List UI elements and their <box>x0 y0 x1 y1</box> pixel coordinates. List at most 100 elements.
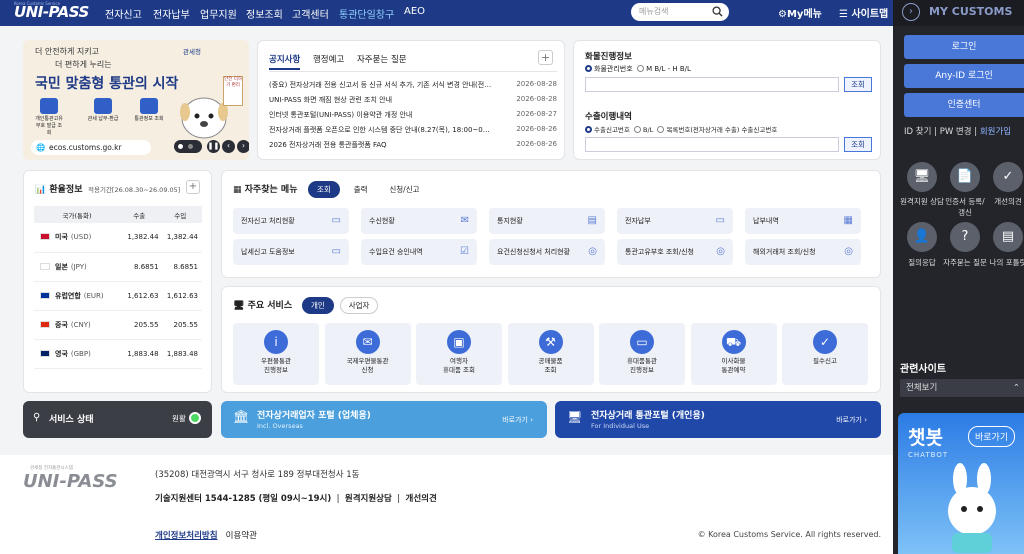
search-icon[interactable] <box>712 6 723 17</box>
faq-menu-item[interactable]: 납부내역 ▦ <box>745 208 861 234</box>
certificate-icon[interactable]: 📄 <box>950 162 980 192</box>
privacy-link[interactable]: 개인정보처리방침 <box>155 531 218 541</box>
pause-icon[interactable]: ❚❚ <box>207 140 220 153</box>
terms-link[interactable]: 이용약관 <box>226 531 257 541</box>
nav-single-window[interactable]: 통관단일창구 <box>339 6 394 21</box>
related-sites-select[interactable]: 전체보기 ⌃ <box>900 379 1024 397</box>
more-plus-icon[interactable]: + <box>186 180 200 194</box>
menu-search-input[interactable]: 메뉴검색 <box>631 3 729 21</box>
pw-change-link[interactable]: PW 변경 <box>940 127 972 137</box>
rate-period: 적용기간[26.08.30~26.09.05] <box>88 186 181 194</box>
id-find-link[interactable]: ID 찾기 <box>904 127 931 137</box>
tab-personal[interactable]: 개인 <box>302 297 334 314</box>
quick-portlet[interactable]: 나의 포틀릿 <box>986 257 1024 268</box>
notice-item[interactable]: 2026 전자상거래 전용 통관플랫폼 FAQ 2026-08-26 <box>269 140 557 150</box>
export-query-button[interactable]: 조회 <box>844 137 872 152</box>
promo-banner[interactable]: 더 안전하게 지키고 더 편하게 누리는 관세청 국민 맞춤형 통관의 시작 개… <box>23 40 249 160</box>
radio-cargo-number[interactable] <box>585 65 592 72</box>
faq-menu-item[interactable]: 요건신청신청서 처리현황 ◎ <box>489 239 605 265</box>
notice-title: 2026 전자상거래 전용 통관플랫폼 FAQ <box>269 141 387 149</box>
radio-list-number[interactable] <box>657 126 665 133</box>
tab-notice[interactable]: 공지사항 <box>269 53 301 70</box>
remote-support-link[interactable]: 원격지원상담 <box>345 494 392 504</box>
qna-icon[interactable]: 👤 <box>907 222 937 252</box>
faq-menu-item[interactable]: 전자신고 처리현황 ▭ <box>233 208 349 234</box>
login-button[interactable]: 로그인 <box>904 35 1024 59</box>
nav-aeo[interactable]: AEO <box>404 6 425 17</box>
service-card[interactable]: ✉ 국제우편물통관 신청 <box>324 323 411 385</box>
sitemap-label: 사이트맵 <box>851 9 889 20</box>
chevron-right-icon[interactable]: › <box>902 3 920 21</box>
tab-print[interactable]: 출력 <box>346 182 376 197</box>
faq-menu-item[interactable]: 수신현황 ✉ <box>361 208 477 234</box>
status-indicator <box>189 412 201 424</box>
remote-support-icon[interactable]: 🖥 <box>907 162 937 192</box>
faq-menu-item[interactable]: 통지현황 ▤ <box>489 208 605 234</box>
quick-opinion[interactable]: 개선의견 <box>986 196 1024 207</box>
faq-menu-item[interactable]: 수입요건 승인내역 ☑ <box>361 239 477 265</box>
notice-item[interactable]: 전자상거래 플랫폼 오픈으로 인한 시스템 중단 안내(8.27(목), 18:… <box>269 125 557 135</box>
notice-title: (중요) 전자상거래 전용 신고서 등 신규 서식 추가, 기존 서식 변경 안… <box>269 81 494 89</box>
tab-admin-notice[interactable]: 행정예고 <box>313 53 344 65</box>
tab-lookup[interactable]: 조회 <box>308 181 340 198</box>
radio-export-number[interactable] <box>585 126 592 133</box>
prev-arrow-icon[interactable]: ‹ <box>222 140 235 153</box>
nav-e-payment[interactable]: 전자납부 <box>153 6 190 21</box>
notice-item[interactable]: 인터넷 통관포털(UNI-PASS) 이용약관 개정 안내 2026-08-27 <box>269 110 557 120</box>
radio-bl[interactable] <box>634 126 642 133</box>
join-link[interactable]: 회원가입 <box>980 127 1011 137</box>
faq-menu-item[interactable]: 통관고유부호 조회/신청 ◎ <box>617 239 733 265</box>
cert-center-button[interactable]: 인증센터 <box>904 93 1024 117</box>
monitor-icon: 🖥 <box>233 301 245 311</box>
uni-pass-logo[interactable]: UNI-PASS <box>14 3 89 21</box>
chatbot-banner[interactable]: 챗봇 바로가기 CHATBOT <box>898 413 1024 554</box>
faq-menu-item[interactable]: 해외거래처 조회/신청 ◎ <box>745 239 861 265</box>
quick-qna[interactable]: 질의응답 <box>900 257 944 268</box>
cargo-input[interactable] <box>585 77 839 92</box>
sitemap-button[interactable]: ☰ 사이트맵 <box>839 5 888 20</box>
quick-remote-support[interactable]: 원격지원 상담 <box>900 196 944 207</box>
rate-country: 미국 <box>55 233 68 242</box>
more-plus-icon[interactable]: + <box>538 50 553 65</box>
faq-menu-item[interactable]: 납세신고 도움정보 ▭ <box>233 239 349 265</box>
nav-e-filing[interactable]: 전자신고 <box>105 6 142 21</box>
rate-currency: (GBP) <box>70 349 91 358</box>
service-card[interactable]: ⚒ 공매물품 조회 <box>507 323 594 385</box>
service-card[interactable]: ⛟ 이사화물 통관예약 <box>690 323 777 385</box>
notice-item[interactable]: UNI-PASS 화면 깨짐 현상 관련 조치 안내 2026-08-28 <box>269 95 557 105</box>
tab-business[interactable]: 사업자 <box>339 297 379 314</box>
service-card[interactable]: i 우편물통관 진행정보 <box>233 323 319 385</box>
opinion-icon[interactable]: ✓ <box>993 162 1023 192</box>
portal-business-link[interactable]: 🏛 전자상거래업자 포털 (업체용) Incl. Overseas 바로가기 › <box>221 401 547 438</box>
nav-business-support[interactable]: 업무지원 <box>200 6 237 21</box>
quick-certificate[interactable]: 인증서 등록/갱신 <box>943 196 987 218</box>
cargo-query-button[interactable]: 조회 <box>844 77 872 92</box>
opinion-link[interactable]: 개선의견 <box>406 494 437 504</box>
next-arrow-icon[interactable]: › <box>237 140 249 153</box>
faq-tabs: 조회 출력 신청/신고 <box>308 181 431 198</box>
my-menu-button[interactable]: ⚙My메뉴 <box>778 5 822 20</box>
portlet-icon[interactable]: ▤ <box>993 222 1023 252</box>
rate-title: 환율정보 <box>49 185 83 195</box>
service-card[interactable]: ✓ 필수신고 <box>782 323 868 385</box>
service-card[interactable]: ▣ 여행자 휴대품 조회 <box>416 323 502 385</box>
anyid-login-button[interactable]: Any-ID 로그인 <box>904 64 1024 88</box>
quick-faq[interactable]: 자주묻는 질문 <box>943 257 987 268</box>
banner-site-url: ecos.customs.go.kr <box>49 143 122 152</box>
tab-faq[interactable]: 자주묻는 질문 <box>357 53 407 65</box>
notice-item[interactable]: (중요) 전자상거래 전용 신고서 등 신규 서식 추가, 기존 서식 변경 안… <box>269 80 557 90</box>
service-card[interactable]: ▭ 휴대품통관 진행정보 <box>599 323 685 385</box>
portal1-go: 바로가기 › <box>502 416 533 424</box>
radio-mbl-hbl[interactable] <box>637 65 645 72</box>
id-card-icon <box>40 98 58 114</box>
portal-personal-link[interactable]: 🖥 전자상거래 통관포털 (개인용) For Individual Use 바로… <box>555 401 881 438</box>
slide-indicator[interactable] <box>174 140 202 153</box>
tab-apply[interactable]: 신청/신고 <box>381 182 427 197</box>
faq-icon[interactable]: ? <box>950 222 980 252</box>
banner-site-link[interactable]: 🌐 ecos.customs.go.kr <box>31 140 151 155</box>
nav-customer-center[interactable]: 고객센터 <box>292 6 329 21</box>
nav-info-lookup[interactable]: 정보조회 <box>246 6 283 21</box>
chatbot-go-button[interactable]: 바로가기 <box>968 426 1016 447</box>
faq-menu-item[interactable]: 전자납부 ▭ <box>617 208 733 234</box>
export-input[interactable] <box>585 137 839 152</box>
